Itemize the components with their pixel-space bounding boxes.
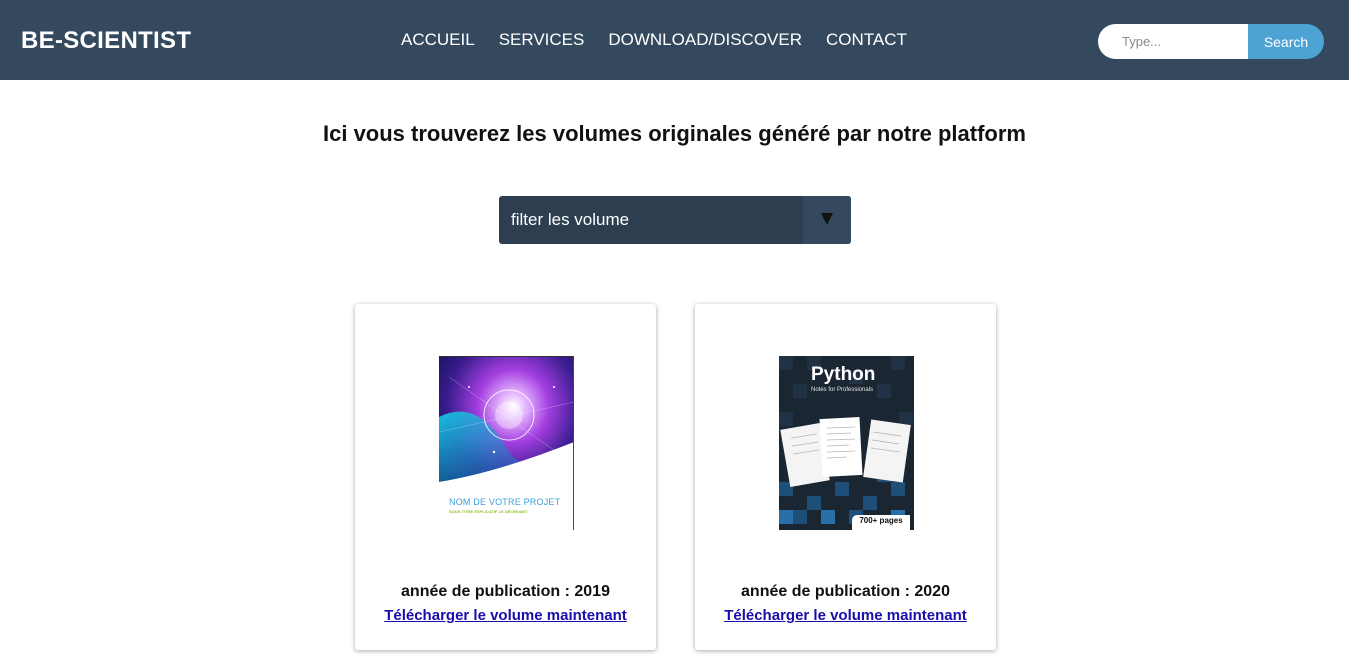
filter-arrow-button[interactable]	[803, 196, 851, 244]
volume-cover-image: NOM DE VOTRE PROJET SOUS-TITRE EXPLICATI…	[439, 356, 574, 530]
cover-python-title: Python	[811, 364, 876, 385]
nav-link-accueil[interactable]: ACCUEIL	[401, 30, 475, 50]
search-input[interactable]	[1098, 24, 1248, 59]
triangle-down-icon	[821, 213, 833, 225]
volume-card: NOM DE VOTRE PROJET SOUS-TITRE EXPLICATI…	[355, 304, 656, 650]
cover-project-title: NOM DE VOTRE PROJET	[449, 497, 561, 507]
nav-link-contact[interactable]: CONTACT	[826, 30, 907, 50]
download-volume-link[interactable]: Télécharger le volume maintenant	[695, 607, 996, 625]
filter-volume-select[interactable]: filter les volume	[499, 196, 851, 244]
cover-python-subtitle: Notes for Professionals	[811, 387, 874, 393]
page-title: Ici vous trouverez les volumes originale…	[323, 121, 1026, 146]
volume-cover-image: Python Notes for Professionals 700+ page…	[779, 356, 914, 530]
nav-link-services[interactable]: SERVICES	[499, 30, 585, 50]
cover-pages-badge: 700+ pages	[852, 515, 910, 530]
download-volume-link[interactable]: Télécharger le volume maintenant	[355, 607, 656, 625]
cover-project-subtitle: SOUS-TITRE EXPLICATIF LE DÉCRIVANT	[449, 509, 528, 514]
publication-year: année de publication : 2019	[401, 583, 610, 600]
navbar: BE-SCIENTIST ACCUEIL SERVICES DOWNLOAD/D…	[0, 0, 1349, 80]
search-button[interactable]: Search	[1248, 24, 1324, 59]
space-cover-art	[439, 357, 573, 497]
search-form: Search	[1098, 24, 1324, 59]
nav-link-download-discover[interactable]: DOWNLOAD/DISCOVER	[608, 30, 802, 50]
brand-logo[interactable]: BE-SCIENTIST	[21, 27, 191, 55]
volume-card: Python Notes for Professionals 700+ page…	[695, 304, 996, 650]
filter-selected-value: filter les volume	[511, 210, 630, 229]
main-nav: ACCUEIL SERVICES DOWNLOAD/DISCOVER CONTA…	[401, 30, 907, 50]
publication-year: année de publication : 2020	[741, 583, 950, 600]
